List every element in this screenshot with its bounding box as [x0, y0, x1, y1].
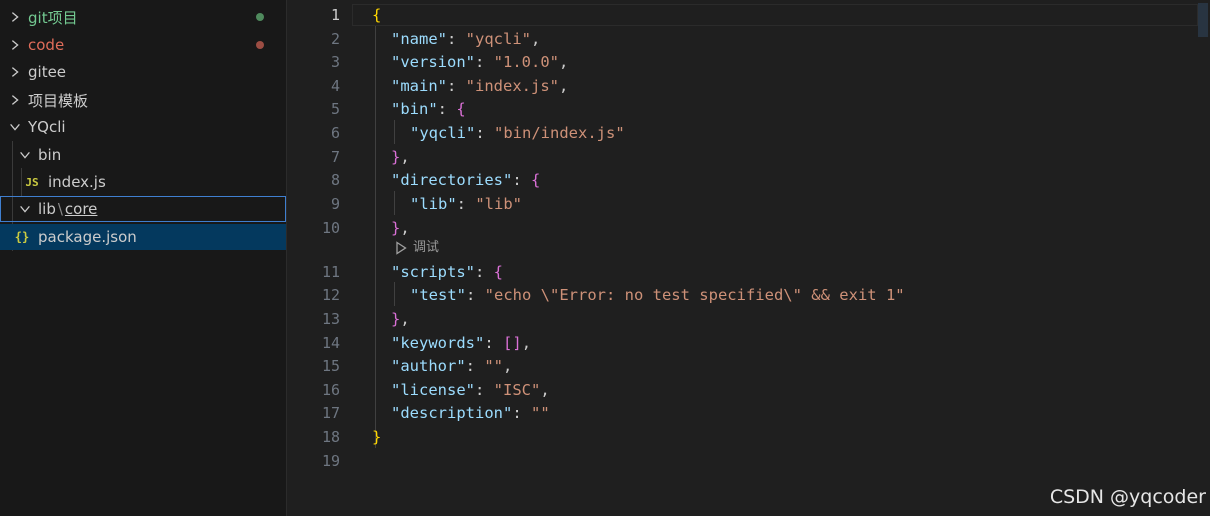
tree-item-project-template[interactable]: 项目模板	[0, 87, 286, 113]
javascript-file-icon: JS	[25, 175, 39, 189]
chevron-right-icon	[8, 65, 22, 79]
tree-item-package-json[interactable]: {} package.json	[0, 224, 286, 250]
line-number: 8	[330, 171, 340, 189]
indent-guide	[394, 120, 395, 144]
code-line: }	[372, 428, 382, 446]
minimap[interactable]	[1198, 3, 1208, 37]
tree-item-git-project[interactable]: git项目	[0, 4, 286, 30]
git-status-dot	[256, 13, 264, 21]
code-line: {	[372, 6, 382, 24]
code-line: "version": "1.0.0",	[391, 53, 569, 71]
tree-item-bin[interactable]: bin	[0, 142, 286, 168]
line-number: 7	[330, 148, 340, 166]
code-line: "keywords": [],	[391, 334, 532, 352]
code-line: "description": ""	[391, 404, 550, 422]
tree-item-label: bin	[38, 146, 62, 164]
tree-item-label: YQcli	[28, 118, 66, 136]
indent-guide	[394, 191, 395, 215]
code-line: },	[391, 219, 410, 237]
code-line: "directories": {	[391, 171, 541, 189]
line-number: 4	[330, 77, 340, 95]
code-line: },	[391, 148, 410, 166]
explorer-sidebar: git项目 code gitee 项目模板 YQcli bin JS index…	[0, 0, 287, 516]
code-line: "yqcli": "bin/index.js"	[410, 124, 625, 142]
code-line: "bin": {	[391, 100, 466, 118]
line-number: 14	[321, 334, 340, 352]
line-number: 1	[330, 6, 340, 24]
code-line: "main": "index.js",	[391, 77, 569, 95]
watermark: CSDN @yqcoder	[1049, 486, 1206, 508]
code-line: "name": "yqcli",	[391, 30, 541, 48]
tree-item-index-js[interactable]: JS index.js	[0, 169, 286, 195]
play-icon	[396, 241, 407, 255]
git-status-dot	[256, 41, 264, 49]
codelens-label: 调试	[413, 240, 440, 255]
line-number: 6	[330, 124, 340, 142]
line-number: 9	[330, 195, 340, 213]
tree-item-yqcli[interactable]: YQcli	[0, 114, 286, 140]
tree-item-label-core: core	[64, 200, 98, 218]
line-number: 18	[321, 428, 340, 446]
tree-item-label: git项目	[28, 8, 78, 27]
code-line: "author": "",	[391, 357, 513, 375]
line-number: 16	[321, 381, 340, 399]
tree-item-label: gitee	[28, 63, 67, 81]
line-number: 19	[321, 452, 340, 470]
tree-item-label: 项目模板	[28, 91, 89, 110]
code-editor[interactable]: 1 2 3 4 5 6 7 8 9 10 11 12 13 14 15 16 1…	[288, 0, 1210, 516]
chevron-right-icon	[8, 38, 22, 52]
line-number: 3	[330, 53, 340, 71]
chevron-down-icon	[18, 148, 32, 162]
line-number: 10	[321, 219, 340, 237]
line-number: 13	[321, 310, 340, 328]
code-line: "test": "echo \"Error: no test specified…	[410, 286, 905, 304]
current-line-highlight	[352, 4, 1198, 26]
line-number: 11	[321, 263, 340, 281]
tree-item-gitee[interactable]: gitee	[0, 59, 286, 85]
tree-item-lib-core[interactable]: lib \ core	[0, 196, 286, 222]
tree-item-label: code	[28, 36, 65, 54]
code-line: "lib": "lib"	[410, 195, 523, 213]
chevron-right-icon	[8, 10, 22, 24]
line-number: 2	[330, 30, 340, 48]
chevron-down-icon	[8, 120, 22, 134]
codelens-debug[interactable]: 调试	[395, 238, 439, 258]
tree-item-label: index.js	[48, 173, 106, 191]
code-line: "license": "ISC",	[391, 381, 550, 399]
line-number: 5	[330, 100, 340, 118]
tree-item-code[interactable]: code	[0, 32, 286, 58]
line-number: 12	[321, 286, 340, 304]
code-line: },	[391, 310, 410, 328]
indent-guide	[375, 26, 376, 448]
code-line: "scripts": {	[391, 263, 504, 281]
line-number: 17	[321, 404, 340, 422]
indent-guide	[394, 282, 395, 306]
chevron-down-icon	[18, 202, 32, 216]
path-separator: \	[57, 200, 63, 218]
tree-item-label-lib: lib	[38, 200, 56, 218]
chevron-right-icon	[8, 93, 22, 107]
json-file-icon: {}	[14, 230, 30, 244]
tree-item-label: package.json	[38, 228, 137, 246]
line-number: 15	[321, 357, 340, 375]
